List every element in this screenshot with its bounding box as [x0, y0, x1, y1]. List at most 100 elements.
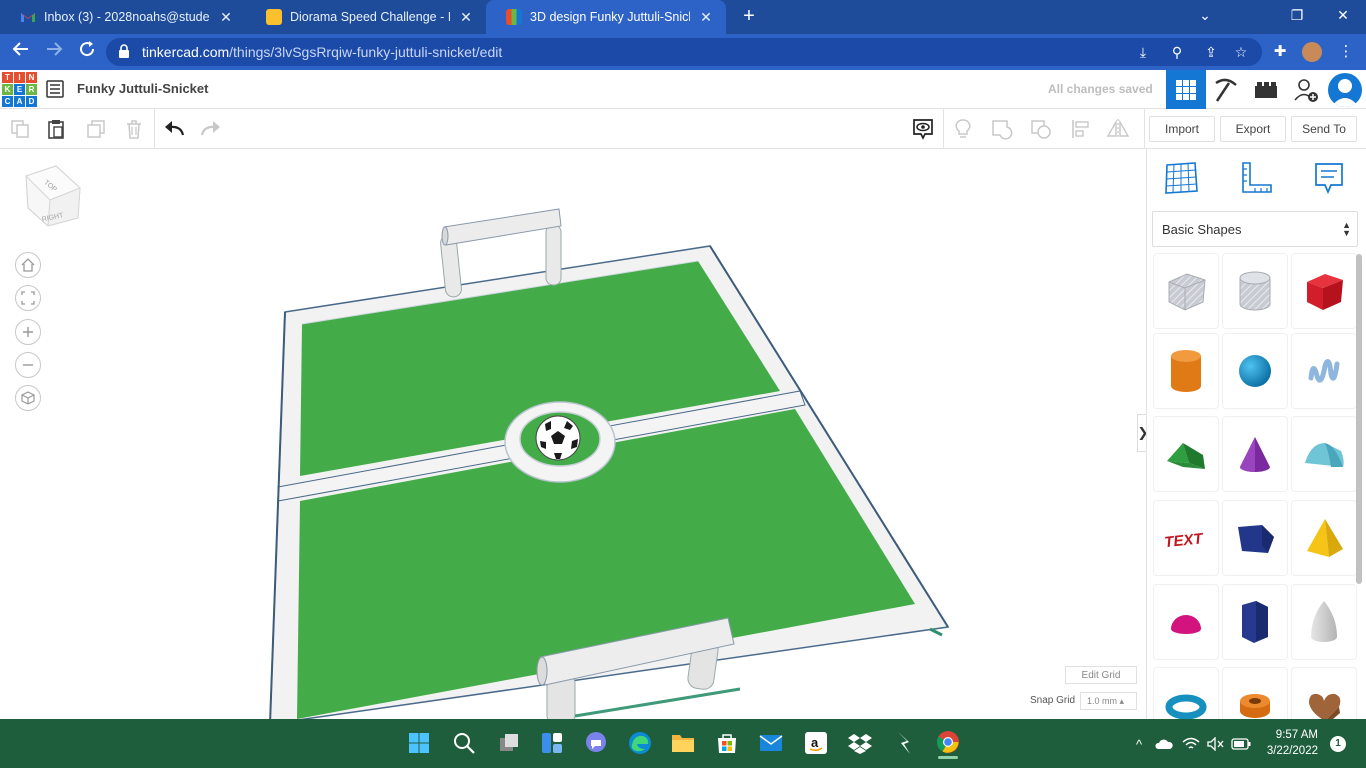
fit-view-button[interactable] [15, 285, 41, 311]
tab-gmail[interactable]: Inbox (3) - 2028noahs@students ✕ [0, 0, 246, 34]
close-tab-icon[interactable]: ✕ [218, 9, 234, 26]
profile-avatar[interactable] [1302, 42, 1322, 62]
shape-text[interactable]: TEXT [1154, 501, 1218, 575]
shape-wedge[interactable] [1223, 501, 1287, 575]
maximize-button[interactable]: ❐ [1274, 0, 1320, 34]
export-button[interactable]: Export [1220, 116, 1286, 142]
shape-half-sphere[interactable] [1154, 585, 1218, 659]
undo-button[interactable] [162, 117, 186, 141]
task-view-button[interactable] [497, 731, 521, 755]
notes-visibility-button[interactable] [911, 117, 935, 141]
shape-sphere[interactable] [1223, 334, 1287, 408]
notification-badge[interactable]: 1 [1330, 736, 1346, 752]
install-app-icon[interactable]: ⤓ [1134, 43, 1152, 61]
redo-button[interactable] [199, 117, 223, 141]
back-button[interactable] [9, 40, 33, 64]
paste-button[interactable] [44, 117, 68, 141]
start-button[interactable] [407, 731, 431, 755]
mail-button[interactable] [759, 731, 783, 755]
wifi-icon[interactable] [1182, 735, 1200, 753]
shape-round-roof[interactable] [1292, 417, 1356, 491]
shape-heart[interactable] [1292, 668, 1356, 719]
shape-cylinder-hole[interactable] [1223, 254, 1287, 328]
shape-paraboloid[interactable] [1292, 585, 1356, 659]
3d-view-button[interactable] [1166, 70, 1206, 109]
tab-search-button[interactable]: ⌄ [1182, 0, 1228, 34]
app-button[interactable] [892, 731, 916, 755]
group-button[interactable] [990, 117, 1014, 141]
shape-category-select[interactable]: Basic Shapes ▲ ▼ [1152, 211, 1358, 247]
shape-torus[interactable] [1154, 668, 1218, 719]
3d-scene[interactable] [0, 149, 1146, 719]
blocks-view-button[interactable] [1206, 70, 1246, 109]
notes-icon[interactable] [1312, 161, 1346, 195]
menu-icon[interactable]: ⋮ [1336, 42, 1356, 62]
shape-box[interactable] [1292, 254, 1356, 328]
close-window-button[interactable]: ✕ [1320, 0, 1366, 34]
chrome-button[interactable] [935, 729, 961, 759]
shape-cylinder[interactable] [1154, 334, 1218, 408]
widgets-button[interactable] [540, 731, 564, 755]
view-cube[interactable]: TOP RIGHT [22, 164, 84, 228]
user-avatar[interactable] [1328, 73, 1362, 107]
delete-button[interactable] [122, 117, 146, 141]
invite-button[interactable] [1286, 70, 1326, 109]
reload-button[interactable] [75, 40, 99, 64]
edge-button[interactable] [628, 731, 652, 755]
design-list-icon[interactable] [46, 80, 64, 98]
shape-tube[interactable] [1223, 668, 1287, 719]
duplicate-button[interactable] [84, 117, 108, 141]
close-tab-icon[interactable]: ✕ [698, 9, 714, 26]
project-title[interactable]: Funky Juttuli-Snicket [77, 81, 208, 96]
extensions-icon[interactable]: ✚ [1270, 42, 1290, 62]
workplane-canvas[interactable]: TOP RIGHT ❯ Edit Grid Snap Grid 1.0 mm ▴ [0, 149, 1146, 719]
close-tab-icon[interactable]: ✕ [458, 9, 474, 26]
bookmark-star-icon[interactable]: ☆ [1232, 43, 1250, 61]
mirror-button[interactable] [1106, 117, 1130, 141]
tab-tinkercad[interactable]: 3D design Funky Juttuli-Snicket | ✕ [486, 0, 726, 34]
light-button[interactable] [951, 117, 975, 141]
zoom-out-button[interactable] [15, 352, 41, 378]
shape-polygon[interactable] [1223, 585, 1287, 659]
dropbox-button[interactable] [848, 731, 872, 755]
forward-button[interactable] [42, 40, 66, 64]
tinkercad-logo[interactable]: T I N K E R C A D [2, 72, 37, 107]
shape-box-hole[interactable] [1154, 254, 1218, 328]
zoom-icon[interactable]: ⚲ [1168, 43, 1186, 61]
new-tab-button[interactable]: + [738, 5, 760, 27]
copy-button[interactable] [8, 117, 32, 141]
battery-icon[interactable] [1230, 735, 1252, 753]
edit-grid-button[interactable]: Edit Grid [1065, 666, 1137, 684]
search-button[interactable] [452, 731, 476, 755]
ungroup-button[interactable] [1029, 117, 1053, 141]
tab-diorama[interactable]: Diorama Speed Challenge - Instr ✕ [246, 0, 486, 34]
bricks-view-button[interactable] [1246, 70, 1286, 109]
widgets-icon [542, 733, 562, 753]
workplane-grid-icon[interactable] [1164, 161, 1198, 195]
address-bar[interactable]: tinkercad.com/things/3lvSgsRrqiw-funky-j… [106, 38, 1262, 66]
volume-muted-icon[interactable] [1206, 735, 1226, 753]
show-hidden-icons-button[interactable]: ^ [1132, 735, 1146, 753]
system-clock[interactable]: 9:57 AM 3/22/2022 [1262, 727, 1318, 759]
chat-icon [586, 732, 606, 752]
ruler-icon[interactable] [1239, 161, 1273, 195]
share-icon[interactable]: ⇪ [1202, 43, 1220, 61]
store-button[interactable] [715, 731, 739, 755]
import-button[interactable]: Import [1149, 116, 1215, 142]
zoom-in-button[interactable] [15, 319, 41, 345]
panel-scrollbar[interactable] [1356, 254, 1362, 584]
teams-chat-button[interactable] [584, 731, 608, 755]
perspective-button[interactable] [15, 385, 41, 411]
shape-pyramid[interactable] [1292, 501, 1356, 575]
shape-scribble[interactable] [1292, 334, 1356, 408]
align-button[interactable] [1069, 117, 1093, 141]
onedrive-icon[interactable] [1154, 735, 1174, 753]
shape-roof[interactable] [1154, 417, 1218, 491]
send-to-button[interactable]: Send To [1291, 116, 1357, 142]
shape-cone[interactable] [1223, 417, 1287, 491]
amazon-button[interactable]: a [804, 731, 828, 755]
home-view-button[interactable] [15, 252, 41, 278]
snap-grid-select[interactable]: 1.0 mm ▴ [1080, 692, 1137, 710]
collapse-panel-button[interactable]: ❯ [1137, 414, 1146, 452]
file-explorer-button[interactable] [671, 731, 695, 755]
